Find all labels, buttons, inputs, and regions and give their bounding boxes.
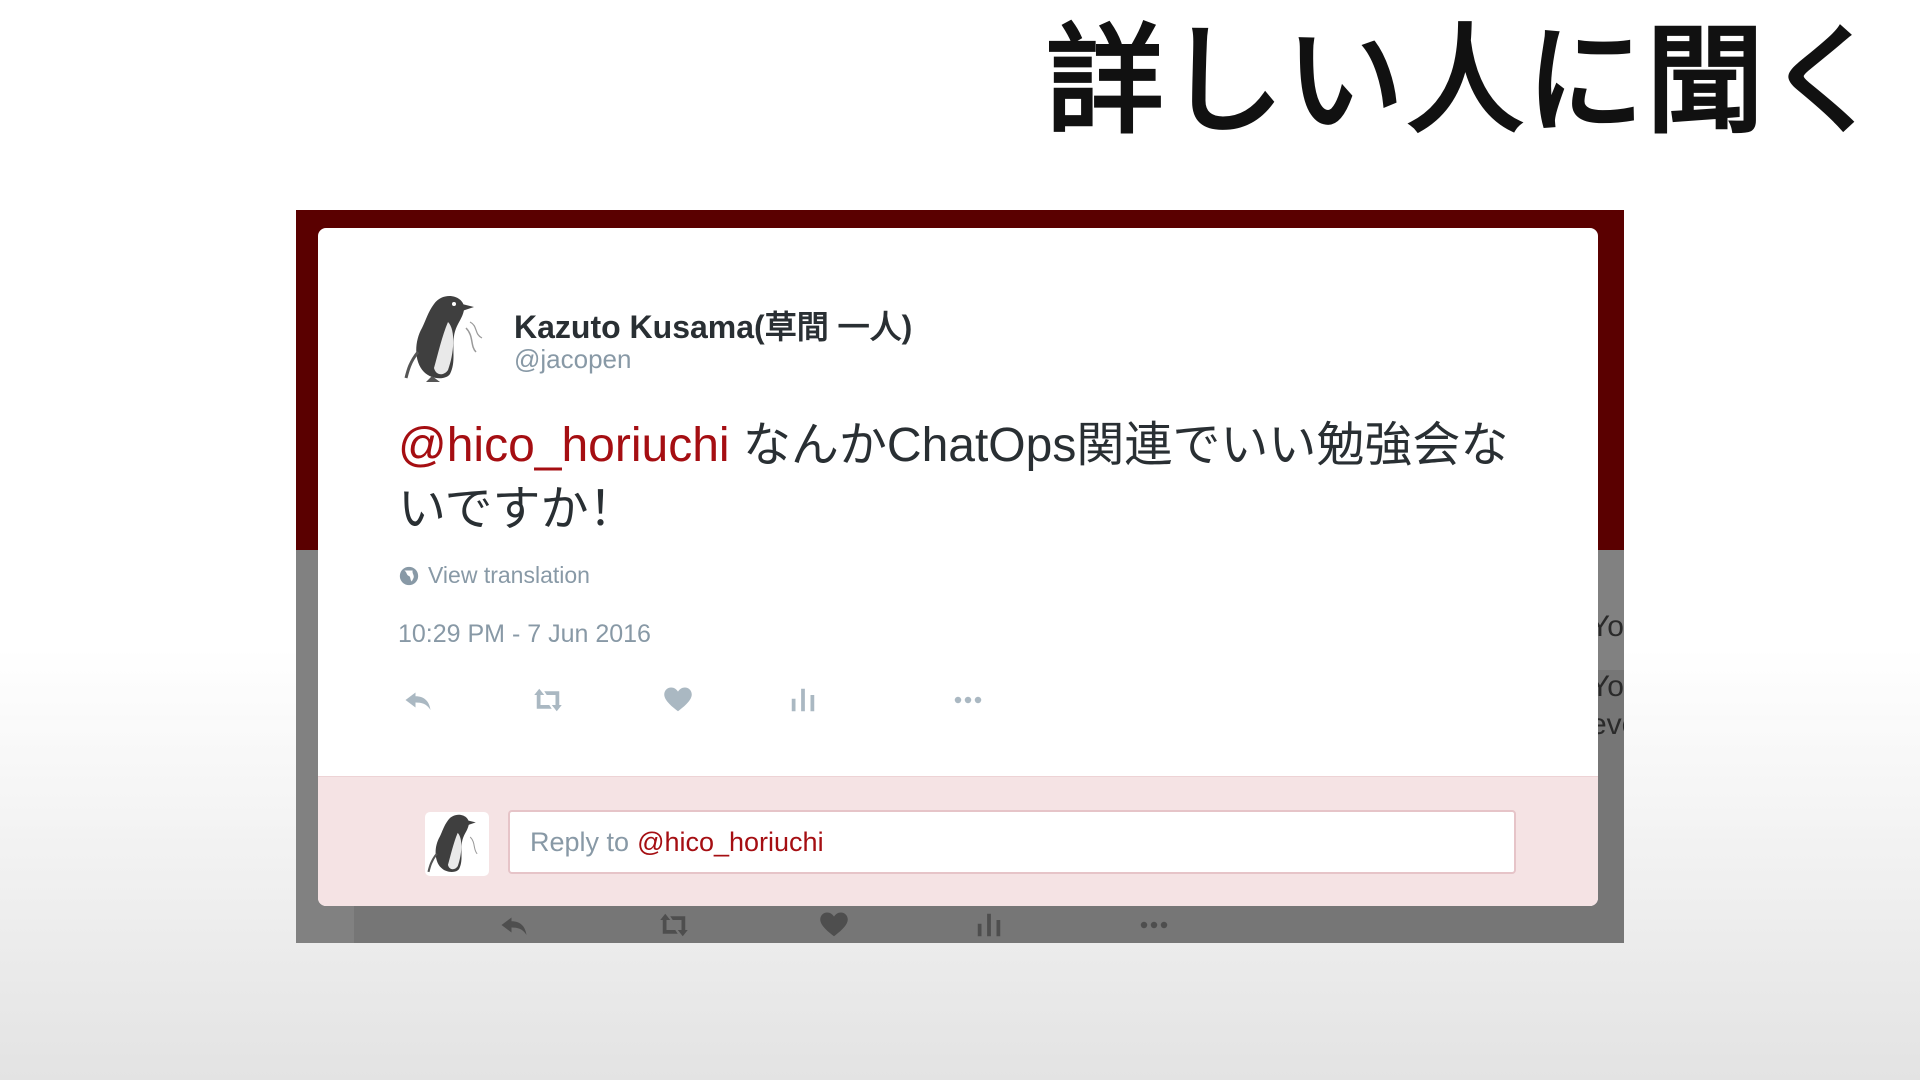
penguin-icon: [427, 814, 478, 873]
retweet-icon: [654, 905, 694, 943]
retweet-button[interactable]: [528, 680, 568, 720]
tweet-text: @hico_horiuchi なんかChatOps関連でいい勉強会ないですか！: [398, 414, 1528, 542]
reply-prompt: Reply to: [530, 826, 630, 857]
view-translation-label: View translation: [428, 562, 590, 588]
more-icon: [1134, 905, 1174, 943]
reply-icon: [494, 905, 534, 943]
avatar[interactable]: [404, 292, 490, 384]
more-button[interactable]: [948, 680, 988, 720]
analytics-button[interactable]: [783, 680, 823, 720]
author-handle[interactable]: @jacopen: [514, 344, 631, 375]
reply-bar: Reply to @hico_horiuchi: [318, 776, 1598, 906]
more-icon: [954, 696, 982, 704]
analytics-icon: [969, 905, 1009, 943]
like-button[interactable]: [658, 680, 698, 720]
tweet-body: Kazuto Kusama(草間 一人) @jacopen @hico_hori…: [318, 228, 1598, 776]
author-name[interactable]: Kazuto Kusama(草間 一人): [514, 302, 912, 348]
reply-avatar: [425, 812, 489, 876]
globe-icon: [399, 566, 419, 585]
tweet-timestamp[interactable]: 10:29 PM - 7 Jun 2016: [398, 620, 651, 649]
heart-icon: [814, 905, 854, 943]
twitter-screenshot: You You eve Kazuto Kusama(草間: [296, 210, 1624, 943]
reply-button[interactable]: [398, 680, 438, 720]
reply-icon: [405, 692, 431, 710]
analytics-icon: [791, 688, 815, 712]
penguin-icon: [404, 296, 483, 382]
tweet-actions: [398, 680, 1098, 720]
view-translation-link[interactable]: View translation: [398, 562, 590, 589]
heart-icon: [664, 687, 692, 712]
tweet-mention-link[interactable]: @hico_horiuchi: [398, 419, 730, 472]
reply-input[interactable]: Reply to @hico_horiuchi: [508, 810, 1516, 874]
slide-title: 詳しい人に聞く: [1045, 12, 1886, 150]
tweet-modal: Kazuto Kusama(草間 一人) @jacopen @hico_hori…: [318, 228, 1598, 906]
retweet-icon: [534, 688, 562, 712]
reply-mention: @hico_horiuchi: [637, 826, 824, 857]
